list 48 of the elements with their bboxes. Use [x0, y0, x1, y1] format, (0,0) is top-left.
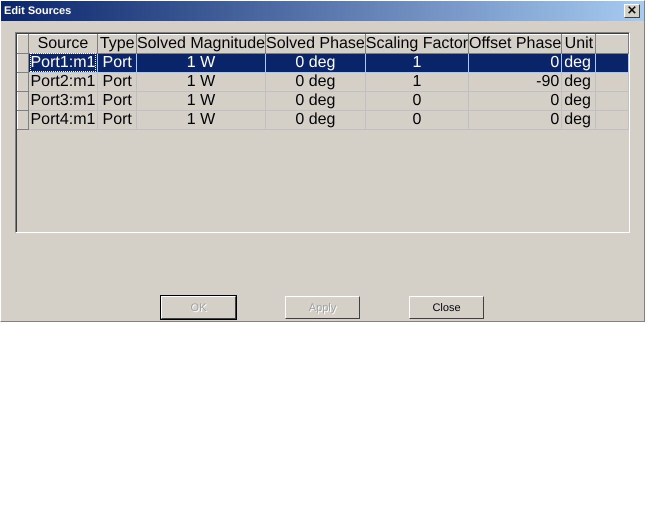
cell-text: Port	[102, 92, 132, 109]
column-header[interactable]: Solved Magnitude	[136, 34, 266, 54]
cell-text: 1 W	[186, 54, 216, 71]
cell-text: 1 W	[186, 92, 216, 109]
cell-text: 0 deg	[295, 54, 336, 71]
cell-text: 0	[412, 111, 422, 128]
cell-text: 1 W	[186, 111, 216, 128]
row-header[interactable]	[18, 92, 28, 110]
column-header[interactable]: Solved Phase	[266, 34, 366, 54]
cell-text: 1 W	[186, 73, 216, 90]
cell-text: 0	[412, 92, 422, 109]
row-header[interactable]	[18, 54, 28, 72]
cell-text: Port1:m1	[30, 54, 96, 71]
cell-text: deg	[564, 92, 591, 109]
window-title: Edit Sources	[4, 5, 72, 17]
row-header[interactable]	[18, 72, 28, 92]
cell-text: 0 deg	[295, 73, 336, 90]
cell-text: deg	[564, 111, 591, 128]
cell-text: Port	[102, 111, 132, 128]
column-header[interactable]: Offset Phase	[468, 34, 562, 54]
table-row[interactable]: Port1:m1 Port 1 W 0 deg 1 0 deg	[18, 54, 628, 72]
cell-text: Port4:m1	[30, 111, 96, 128]
cell-text: 0	[550, 54, 560, 71]
table-row[interactable]: Port2:m1 Port 1 W 0 deg 1 -90 deg	[18, 72, 628, 92]
table-row[interactable]: Port4:m1 Port 1 W 0 deg 0 0 deg	[18, 110, 628, 130]
column-header	[596, 34, 628, 54]
dialog-button[interactable]: Close	[409, 296, 484, 319]
column-header[interactable]: Type	[98, 34, 136, 54]
close-button[interactable]: ×	[624, 4, 640, 18]
cell-text: 0 deg	[295, 111, 336, 128]
corner-header	[18, 34, 28, 54]
cell-text: deg	[564, 54, 591, 71]
cell-text: Port	[102, 54, 132, 71]
column-header[interactable]: Source	[28, 34, 98, 54]
cell-text: 1	[412, 73, 422, 90]
table-row[interactable]: Port3:m1 Port 1 W 0 deg 0 0 deg	[18, 92, 628, 110]
cell-text: Port3:m1	[30, 92, 96, 109]
cell-text: Port	[102, 73, 132, 90]
row-header[interactable]	[18, 110, 28, 130]
cell-text: Port2:m1	[30, 73, 96, 90]
column-header[interactable]: Unit	[562, 34, 596, 54]
cell-text: deg	[564, 73, 591, 90]
cell-text: 0	[550, 92, 560, 109]
column-header[interactable]: Scaling Factor	[365, 34, 469, 54]
cell-text: 0	[550, 111, 560, 128]
cell-text: 1	[412, 54, 422, 71]
cell-text: 0 deg	[295, 92, 336, 109]
cell-text: -90	[536, 73, 560, 90]
